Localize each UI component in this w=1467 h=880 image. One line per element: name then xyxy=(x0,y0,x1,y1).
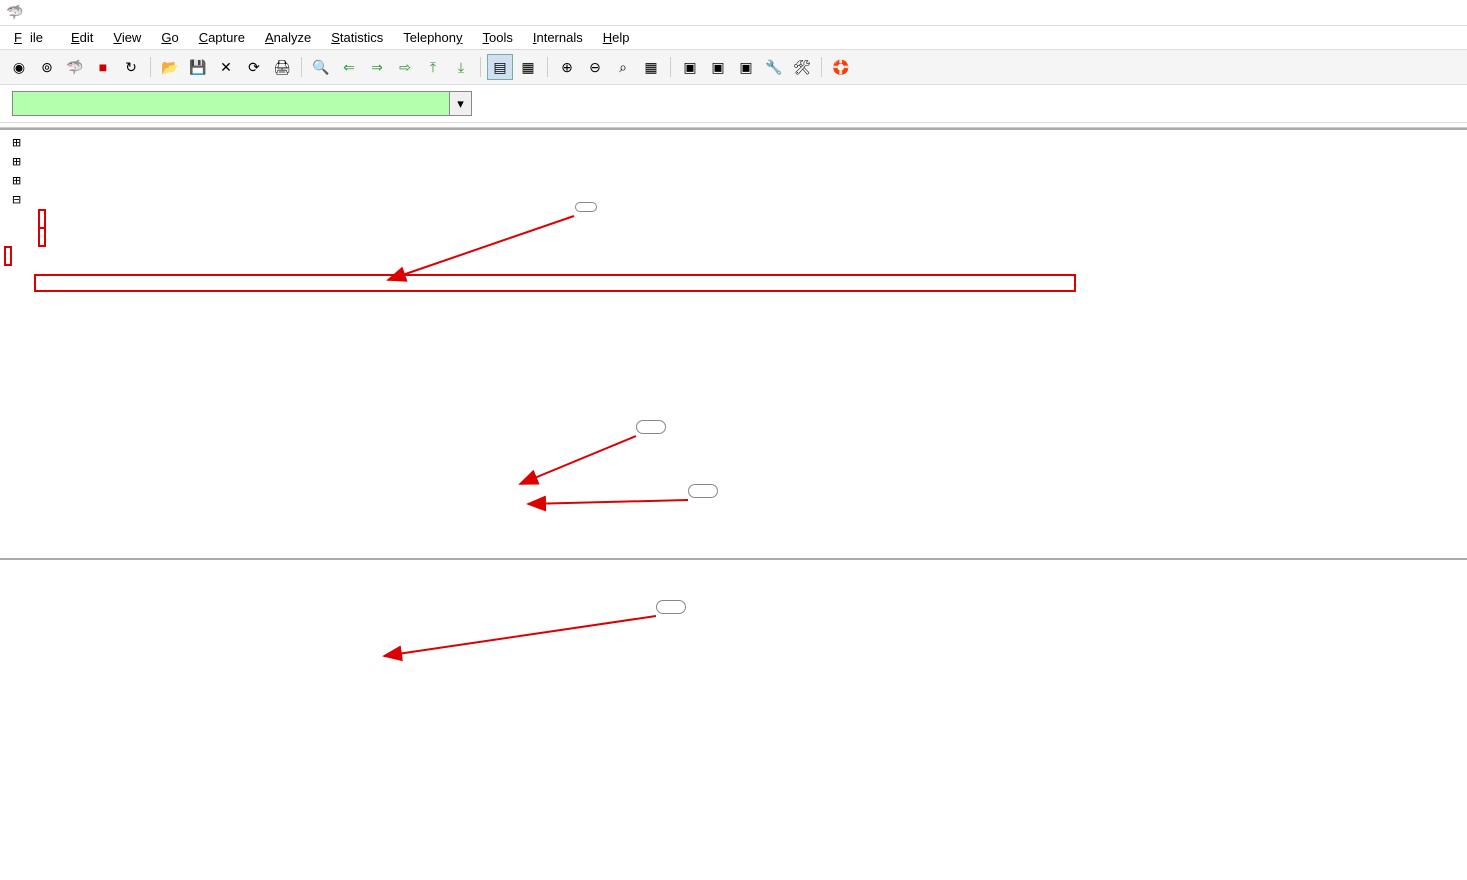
open-file-button[interactable]: 📂 xyxy=(157,54,183,80)
list-interfaces-button[interactable]: ◉ xyxy=(6,54,32,80)
callout-seq xyxy=(636,420,666,434)
first-packet-button[interactable]: ⤒ xyxy=(420,54,446,80)
app-icon: 🦈 xyxy=(6,4,23,21)
resize-cols-button[interactable]: ▦ xyxy=(638,54,664,80)
menu-edit[interactable]: Edit xyxy=(63,28,101,47)
separator xyxy=(150,57,151,77)
callout-tcp-4th-wave xyxy=(575,202,597,212)
menu-tools[interactable]: Tools xyxy=(475,28,521,47)
close-button[interactable]: ✕ xyxy=(213,54,239,80)
zoom-out-button[interactable]: ⊖ xyxy=(582,54,608,80)
find-button[interactable]: 🔍 xyxy=(308,54,334,80)
capture-options-button[interactable]: ⊚ xyxy=(34,54,60,80)
menu-capture[interactable]: Capture xyxy=(191,28,253,47)
menu-view[interactable]: View xyxy=(105,28,149,47)
menu-go[interactable]: Go xyxy=(153,28,186,47)
last-packet-button[interactable]: ⤓ xyxy=(448,54,474,80)
filterbar: ▾ xyxy=(0,85,1467,123)
separator xyxy=(547,57,548,77)
menubar: File Edit View Go Capture Analyze Statis… xyxy=(0,26,1467,50)
go-forward-button[interactable]: ⇒ xyxy=(364,54,390,80)
preferences-button[interactable]: 🔧 xyxy=(761,54,787,80)
print-button[interactable]: 🖨 xyxy=(269,54,295,80)
separator xyxy=(821,57,822,77)
flag-ack[interactable] xyxy=(0,247,1467,266)
hex-pane[interactable] xyxy=(0,560,1467,621)
capture-filters-button[interactable]: ▣ xyxy=(677,54,703,80)
jump-button[interactable]: ⇨ xyxy=(392,54,418,80)
frame-line[interactable]: ⊞ xyxy=(0,134,1467,153)
ethernet-line[interactable]: ⊞ xyxy=(0,153,1467,172)
auto-scroll-button[interactable]: ▦ xyxy=(515,54,541,80)
packet-details[interactable]: ⊞ ⊞ ⊞ ⊟ xyxy=(0,130,1467,560)
filter-input[interactable] xyxy=(12,91,450,116)
menu-help[interactable]: Help xyxy=(595,28,638,47)
coloring-rules-button[interactable]: ▣ xyxy=(733,54,759,80)
separator xyxy=(670,57,671,77)
zoom-in-button[interactable]: ⊕ xyxy=(554,54,580,80)
packet-list xyxy=(0,123,1467,130)
display-filters-button[interactable]: ▣ xyxy=(705,54,731,80)
ack-num[interactable] xyxy=(0,228,1467,247)
tools-button[interactable]: 🛠 xyxy=(789,54,815,80)
reload-button[interactable]: ⟳ xyxy=(241,54,267,80)
ip-line[interactable]: ⊞ xyxy=(0,172,1467,191)
filter-input-wrap: ▾ xyxy=(12,91,472,116)
menu-telephony[interactable]: Telephony xyxy=(395,28,470,47)
colorize-button[interactable]: ▤ xyxy=(487,54,513,80)
tcp-line[interactable]: ⊟ xyxy=(0,191,1467,210)
menu-statistics[interactable]: Statistics xyxy=(323,28,391,47)
menu-file[interactable]: File xyxy=(6,28,59,47)
separator xyxy=(301,57,302,77)
zoom-reset-button[interactable]: ⌕ xyxy=(610,54,636,80)
separator xyxy=(480,57,481,77)
callout-ack-flag xyxy=(656,600,686,614)
callout-ack xyxy=(688,484,718,498)
stop-capture-button[interactable]: ■ xyxy=(90,54,116,80)
packet-list-header xyxy=(0,123,1467,128)
titlebar: 🦈 xyxy=(0,0,1467,26)
menu-analyze[interactable]: Analyze xyxy=(257,28,319,47)
restart-capture-button[interactable]: ↻ xyxy=(118,54,144,80)
save-button[interactable]: 💾 xyxy=(185,54,211,80)
help-button[interactable]: 🛟 xyxy=(828,54,854,80)
menu-internals[interactable]: Internals xyxy=(525,28,591,47)
start-capture-button[interactable]: 🦈 xyxy=(62,54,88,80)
filter-dropdown-icon[interactable]: ▾ xyxy=(450,91,472,116)
go-back-button[interactable]: ⇐ xyxy=(336,54,362,80)
seq-num[interactable] xyxy=(0,210,1467,229)
toolbar: ◉ ⊚ 🦈 ■ ↻ 📂 💾 ✕ ⟳ 🖨 🔍 ⇐ ⇒ ⇨ ⤒ ⤓ ▤ ▦ ⊕ ⊖ … xyxy=(0,50,1467,85)
